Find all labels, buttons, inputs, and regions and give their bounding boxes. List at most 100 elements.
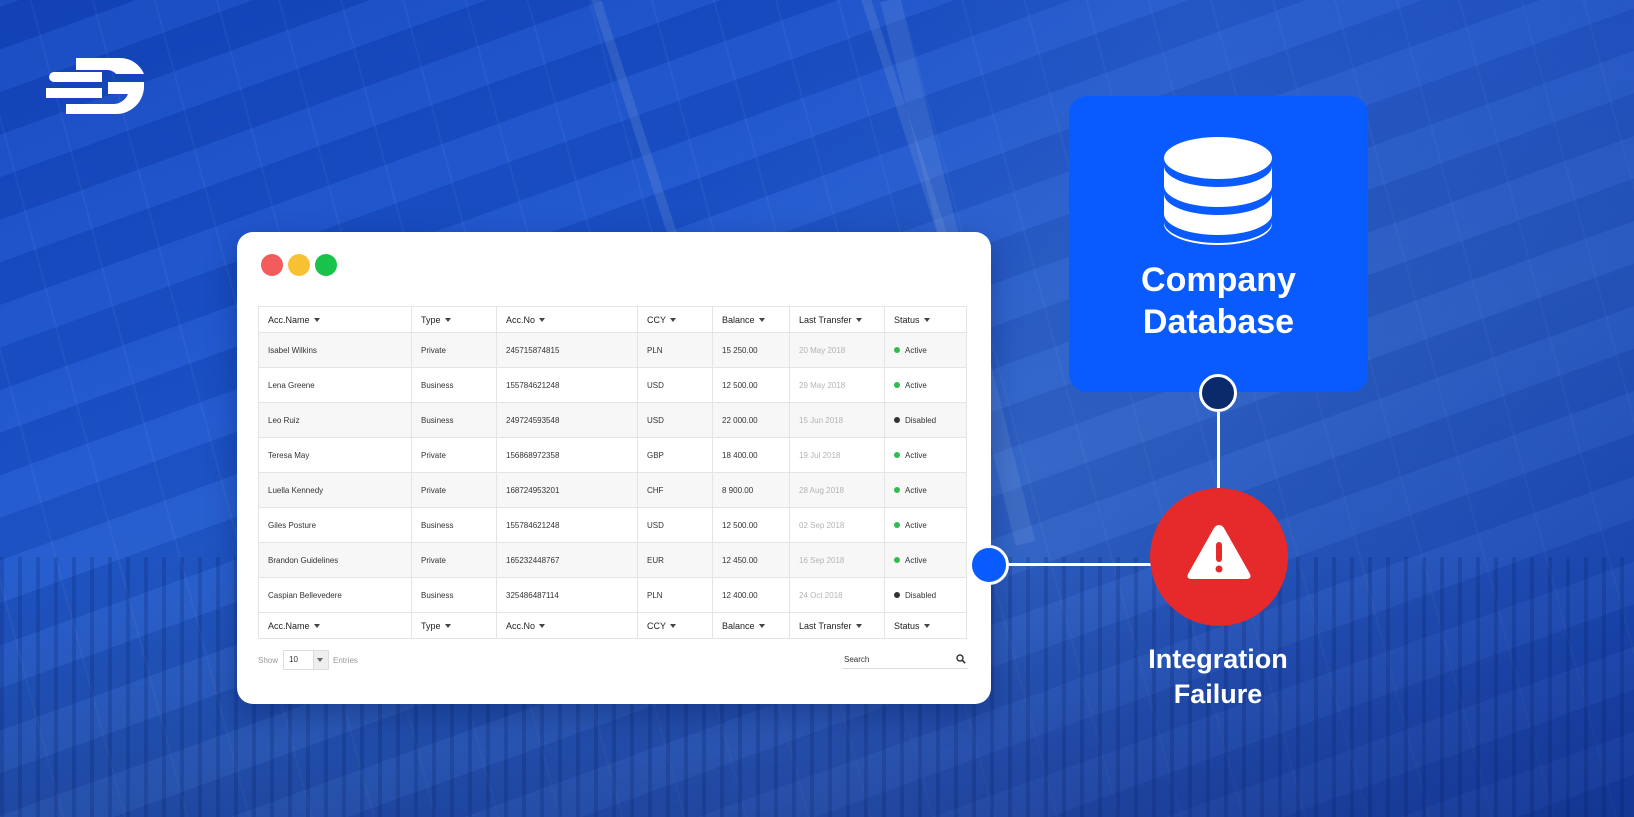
cell-acc-no-text: 325486487114 [506,590,559,600]
cell-type: Private [411,542,497,578]
maximize-window-button[interactable] [315,254,337,276]
table-row[interactable]: Leo Ruiz Business 249724593548 USD 22 000.00… [258,402,967,438]
column-footer-acc-no[interactable]: Acc.No [496,612,638,639]
column-header-acc-no[interactable]: Acc.No [496,306,638,333]
cell-type-text: Business [421,415,454,425]
entries-select[interactable]: 10 [283,650,329,670]
cell-acc-name: Brandon Guidelines [258,542,412,578]
cell-ccy-text: USD [647,415,664,425]
cell-balance-text: 12 500.00 [722,520,758,530]
warning-icon [1187,525,1251,579]
column-header-label: Acc.Name [268,314,310,325]
cell-status: Disabled [884,577,967,613]
cell-balance-text: 12 400.00 [722,590,758,600]
cell-last-transfer: 02 Sep 2018 [789,507,885,543]
cell-type: Private [411,332,497,368]
cell-acc-name: Luella Kennedy [258,472,412,508]
column-header-acc-name[interactable]: Acc.Name [258,306,412,333]
cell-ccy-text: USD [647,380,664,390]
column-header-status[interactable]: Status [884,306,967,333]
table-row[interactable]: Brandon Guidelines Private 165232448767 EUR… [258,542,967,578]
cell-ccy: GBP [637,437,713,473]
cell-last-transfer-text: 24 Oct 2018 [799,590,843,600]
cell-type-text: Private [421,450,446,460]
table-row[interactable]: Caspian Bellevedere Business 325486487114 P… [258,577,967,613]
cell-acc-name: Giles Posture [258,507,412,543]
database-title-line2: Database [1142,303,1295,341]
cell-balance: 12 500.00 [712,507,790,543]
table-footer-row: Acc.Name Type Acc.No CCY Balance Last Tr… [258,612,967,639]
status-dot-icon [894,557,900,564]
cell-type-text: Private [421,345,446,355]
cell-acc-name: Leo Ruiz [258,402,412,438]
column-header-balance[interactable]: Balance [712,306,790,333]
cell-ccy: USD [637,507,713,543]
table-row[interactable]: Isabel Wilkins Private 245715874815 PLN 15 2… [258,332,967,368]
column-footer-label: Type [421,620,441,631]
cell-last-transfer: 15 Jun 2018 [789,402,885,438]
cell-acc-no: 245715874815 [496,332,638,368]
cell-balance: 12 500.00 [712,367,790,403]
column-footer-balance[interactable]: Balance [712,612,790,639]
company-database-card: Company Database [1069,96,1368,392]
cell-balance: 8 900.00 [712,472,790,508]
show-label: Show [258,656,279,665]
column-footer-acc-name[interactable]: Acc.Name [258,612,412,639]
table-window: Acc.Name Type Acc.No CCY Balance Last Tr… [237,232,991,704]
column-footer-type[interactable]: Type [411,612,497,639]
cell-type: Business [411,402,497,438]
caret-down-icon [923,624,930,629]
column-header-type[interactable]: Type [411,306,497,333]
cell-type: Private [411,472,497,508]
table-row[interactable]: Giles Posture Business 155784621248 USD 12 5… [258,507,967,543]
search-icon[interactable] [956,654,966,664]
close-window-button[interactable] [261,254,283,276]
cell-last-transfer-text: 28 Aug 2018 [799,485,844,495]
cell-type-text: Business [421,590,454,600]
cell-balance-text: 22 000.00 [722,415,758,425]
entries-dropdown-button[interactable] [313,651,328,669]
cell-balance-text: 12 450.00 [722,555,758,565]
cell-acc-no-text: 165232448767 [506,555,560,565]
database-connector-node [1199,374,1237,412]
table-connector-node [969,545,1009,585]
cell-acc-no: 156868972358 [496,437,638,473]
cell-acc-no-text: 249724593548 [506,415,560,425]
cell-balance-text: 18 400.00 [722,450,758,460]
column-header-label: CCY [647,314,667,325]
cell-acc-no: 155784621248 [496,367,638,403]
column-header-last-transfer[interactable]: Last Transfer [789,306,885,333]
failure-label-line2: Failure [1173,679,1263,709]
caret-down-icon [539,318,546,323]
cell-acc-no-text: 245715874815 [506,345,560,355]
column-footer-ccy[interactable]: CCY [637,612,713,639]
cell-acc-no-text: 155784621248 [506,380,560,390]
cell-last-transfer-text: 16 Sep 2018 [799,555,845,565]
cell-balance-text: 8 900.00 [722,485,754,495]
table-row[interactable]: Teresa May Private 156868972358 GBP 18 400.0… [258,437,967,473]
cell-acc-no: 165232448767 [496,542,638,578]
search-input[interactable]: Search [842,652,968,669]
caret-down-icon [855,624,862,629]
column-header-ccy[interactable]: CCY [637,306,713,333]
cell-status-text: Active [905,485,927,495]
table-row[interactable]: Lena Greene Business 155784621248 USD 12 500… [258,367,967,403]
caret-down-icon [923,318,930,323]
cell-balance: 12 400.00 [712,577,790,613]
column-footer-last-transfer[interactable]: Last Transfer [789,612,885,639]
column-footer-status[interactable]: Status [884,612,967,639]
cell-last-transfer: 16 Sep 2018 [789,542,885,578]
cell-acc-name-text: Teresa May [268,450,310,460]
caret-down-icon [313,318,320,323]
cell-type-text: Business [421,520,454,530]
table-row[interactable]: Luella Kennedy Private 168724953201 CHF 8 90… [258,472,967,508]
caret-down-icon [758,318,765,323]
column-header-label: Balance [722,314,755,325]
cell-ccy: USD [637,402,713,438]
cell-status-text: Active [905,450,927,460]
cell-ccy: CHF [637,472,713,508]
cell-acc-name-text: Giles Posture [268,520,317,530]
cell-type-text: Private [421,485,446,495]
minimize-window-button[interactable] [288,254,310,276]
cell-status-text: Disabled [905,415,937,425]
